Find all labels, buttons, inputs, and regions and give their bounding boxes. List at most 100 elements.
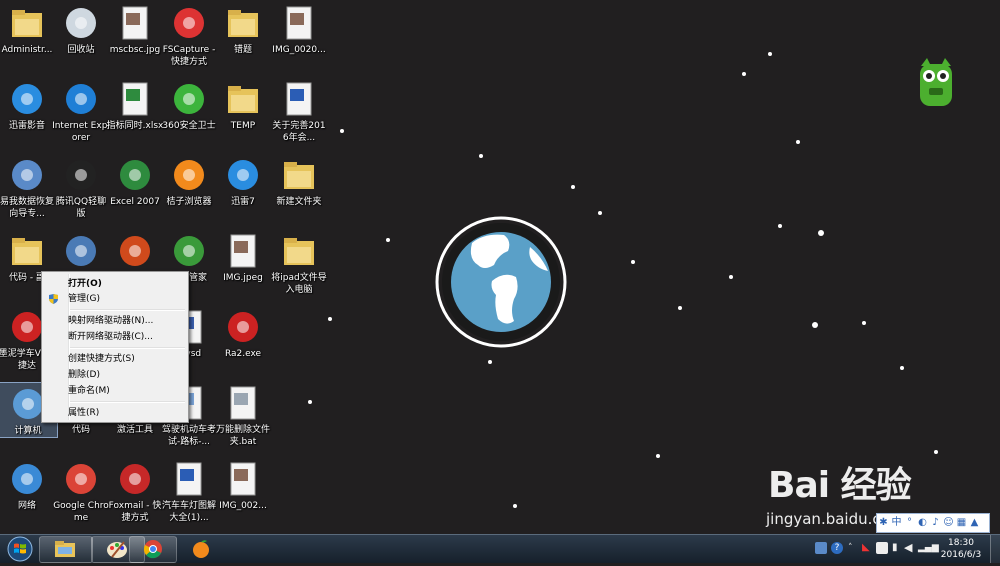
globe-wallpaper-graphic	[434, 215, 568, 349]
desktop-icon[interactable]: Administr...	[0, 2, 56, 56]
star	[598, 211, 602, 215]
desktop-icon-label: 回收站	[67, 45, 95, 55]
taskbar-orange-browser-button[interactable]	[179, 536, 223, 563]
ime-moon-icon[interactable]: ◐	[916, 514, 929, 532]
desktop-icon-label: Administr...	[1, 45, 53, 55]
menu-item-delete[interactable]: 删除(D)	[45, 367, 185, 383]
desktop-icon[interactable]: 易我数据恢复向导专...	[0, 154, 56, 220]
star	[812, 322, 818, 328]
menu-item-open[interactable]: 打开(O)	[45, 276, 185, 292]
desktop-icon-label: Excel 2007	[110, 197, 160, 207]
folder-icon	[225, 81, 261, 117]
desktop-icon-label: 桔子浏览器	[166, 197, 212, 207]
desktop-icon[interactable]: 万能删除文件夹.bat	[214, 382, 272, 448]
desktop-icon-label: 腾讯QQ轻聊版	[55, 197, 107, 219]
tray-flag-icon[interactable]: ◣	[862, 542, 874, 554]
desktop-icon-label: Internet Explorer	[52, 121, 110, 143]
desktop-icon[interactable]: 网络	[0, 458, 56, 512]
image-file-icon	[281, 5, 317, 41]
ime-user-icon[interactable]: ☺	[942, 514, 955, 532]
software-manager-icon	[171, 233, 207, 269]
paint-icon	[106, 539, 128, 559]
desktop-icon[interactable]: TEMP	[214, 78, 272, 132]
show-hidden-icons-icon[interactable]: ˄	[848, 542, 860, 554]
tray-app-icon[interactable]	[815, 542, 827, 554]
star	[729, 275, 733, 279]
battery-icon[interactable]: ▮	[892, 542, 904, 554]
desktop-icon[interactable]: 关于完善2016年会...	[270, 78, 328, 144]
desktop-icon[interactable]: 360安全卫士	[160, 78, 218, 132]
folder-icon	[225, 5, 261, 41]
desktop-icon[interactable]: Ra2.exe	[214, 306, 272, 360]
desktop-icon[interactable]: 将ipad文件导入电脑	[270, 230, 328, 296]
desktop-icon[interactable]: Internet Explorer	[52, 78, 110, 144]
desktop-icon[interactable]: 错题	[214, 2, 272, 56]
desktop-icon[interactable]: FSCapture - 快捷方式	[160, 2, 218, 68]
owl-mascot-widget-icon[interactable]	[917, 58, 955, 110]
desktop-icon[interactable]	[106, 230, 164, 272]
ime-settings-icon[interactable]: ✱	[877, 514, 890, 532]
desktop-icon[interactable]: IMG_002...	[214, 458, 272, 512]
desktop-icon[interactable]: Google Chrome	[52, 458, 110, 524]
desktop-icon-label: 迅雷7	[231, 197, 255, 207]
desktop-icon[interactable]: 迅雷影音	[0, 78, 56, 132]
show-desktop-button[interactable]	[990, 535, 1000, 563]
tray-device-icon[interactable]	[876, 542, 888, 554]
desktop-icon[interactable]: mscbsc.jpg	[106, 2, 164, 56]
menu-item-rename[interactable]: 重命名(M)	[45, 383, 185, 399]
star	[571, 185, 575, 189]
star	[796, 140, 800, 144]
desktop-icon[interactable]: 指标同时.xlsx	[106, 78, 164, 132]
ime-shirt-icon[interactable]: ▲	[968, 514, 981, 532]
foxmail-icon	[117, 461, 153, 497]
folder-icon	[9, 233, 45, 269]
network-signal-icon[interactable]: ▂▄▆	[918, 542, 939, 554]
desktop-icon-label: 将ipad文件导入电脑	[271, 273, 327, 295]
desktop-icon[interactable]: IMG.jpeg	[214, 230, 272, 284]
ime-mode-indicator[interactable]: 中	[890, 514, 903, 532]
ime-toolbar[interactable]: ✱ 中 ° ◐ ♪ ☺ ▦ ▲	[876, 513, 990, 533]
menu-item-map-network-drive[interactable]: 映射网络驱动器(N)...	[45, 313, 185, 329]
menu-item-manage[interactable]: 管理(G)	[45, 291, 185, 307]
star	[479, 154, 483, 158]
xunlei-player-icon	[9, 81, 45, 117]
context-menu: 打开(O) 管理(G) 映射网络驱动器(N)... 断开网络驱动器(C)... …	[41, 271, 189, 423]
taskbar-explorer-button[interactable]	[39, 536, 93, 563]
menu-item-create-shortcut[interactable]: 创建快捷方式(S)	[45, 351, 185, 367]
volume-icon[interactable]: ◀	[904, 542, 916, 554]
desktop-icon[interactable]: 新建文件夹	[270, 154, 328, 208]
orange-browser-icon	[190, 539, 212, 559]
desktop-icon[interactable]: 腾讯QQ轻聊版	[52, 154, 110, 220]
taskbar-chrome-button[interactable]	[129, 536, 177, 563]
desktop-icon[interactable]	[52, 230, 110, 272]
desktop-icon[interactable]: IMG_0020...	[270, 2, 328, 56]
desktop-icon[interactable]: 桔子浏览器	[160, 154, 218, 208]
clock[interactable]: 18:30 2016/6/3	[938, 537, 984, 561]
desktop-icon-label: Ra2.exe	[224, 349, 262, 359]
desktop-icon-label: IMG_002...	[219, 501, 267, 511]
star	[900, 366, 904, 370]
desktop-icon[interactable]: 汽车车灯图解大全(1)...	[160, 458, 218, 524]
windows-start-orb-icon[interactable]	[3, 536, 37, 562]
desktop-icon[interactable]: Excel 2007	[106, 154, 164, 208]
star	[328, 317, 332, 321]
ime-grid-icon[interactable]: ▦	[955, 514, 968, 532]
star	[862, 321, 866, 325]
word-file-icon	[281, 81, 317, 117]
desktop-icon[interactable]: 回收站	[52, 2, 110, 56]
desktop-icon[interactable]: Foxmail - 快捷方式	[106, 458, 164, 524]
desktop-icon-label: FSCapture - 快捷方式	[162, 45, 216, 67]
menu-item-disconnect-network-drive[interactable]: 断开网络驱动器(C)...	[45, 329, 185, 345]
star	[742, 72, 746, 76]
desktop-icon-label: mscbsc.jpg	[109, 45, 161, 55]
star	[818, 230, 824, 236]
ime-mic-icon[interactable]: ♪	[929, 514, 942, 532]
desktop-icon[interactable]: 迅雷7	[214, 154, 272, 208]
star	[513, 504, 517, 508]
taskbar: ? ˄ ◣ ▮ ◀ ▂▄▆ 18:30 2016/6/3	[0, 534, 1000, 563]
ime-punctuation-icon[interactable]: °	[903, 514, 916, 532]
menu-separator	[70, 309, 185, 311]
folder-icon	[281, 233, 317, 269]
help-icon[interactable]: ?	[831, 542, 843, 554]
menu-item-properties[interactable]: 属性(R)	[45, 405, 185, 421]
